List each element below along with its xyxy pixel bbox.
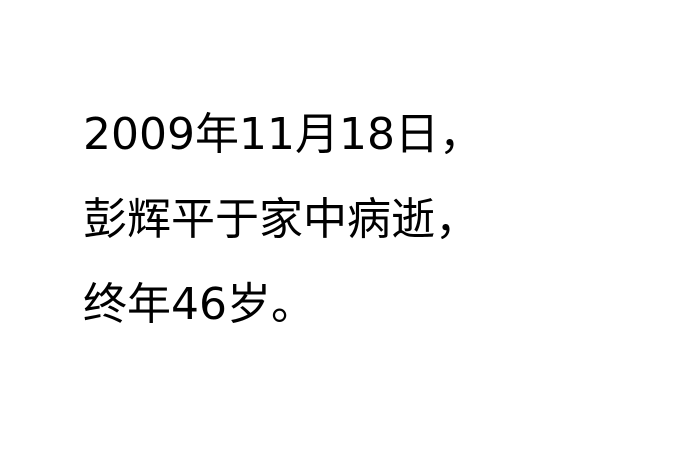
text-line-event: 彭辉平于家中病逝， — [83, 194, 479, 245]
text-line-date: 2009年11月18日， — [83, 109, 483, 160]
text-block: 2009年11月18日， 彭辉平于家中病逝， 终年46岁。 — [83, 113, 483, 327]
text-line-age: 终年46岁。 — [83, 279, 315, 330]
image-canvas: 2009年11月18日， 彭辉平于家中病逝， 终年46岁。 — [0, 0, 700, 465]
